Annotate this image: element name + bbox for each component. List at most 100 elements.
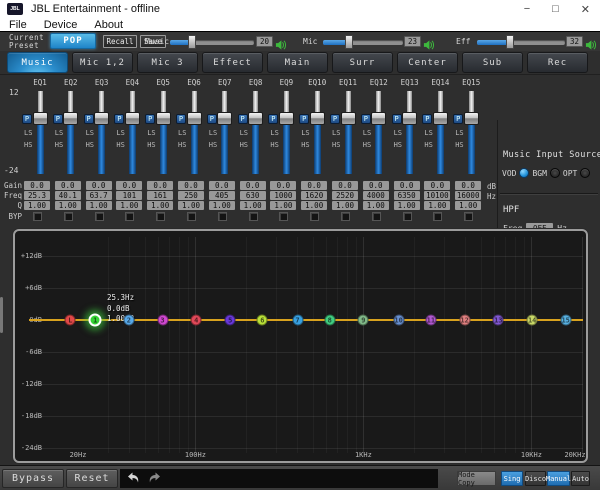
q-value-eq6[interactable]: 1.00 [178,201,204,210]
menu-about[interactable]: About [94,19,123,31]
high-shelf-button[interactable]: HS [209,141,217,149]
tab-sub[interactable]: Sub [462,52,523,73]
fader-handle[interactable] [187,112,202,125]
low-shelf-button[interactable]: LS [55,129,63,137]
minimize-button[interactable]: − [524,3,530,15]
low-shelf-button[interactable]: LS [209,129,217,137]
tab-center[interactable]: Center [397,52,458,73]
fader-handle[interactable] [63,112,78,125]
q-value-eq5[interactable]: 1.00 [147,201,173,210]
byp-checkbox-eq2[interactable] [64,212,73,221]
eq-marker-10[interactable]: 10 [393,315,404,326]
freq-value-eq10[interactable]: 1620 [301,191,327,200]
low-shelf-button[interactable]: LS [147,129,155,137]
low-shelf-button[interactable]: LS [455,129,463,137]
peak-button[interactable]: P [145,114,155,124]
eq-marker-6[interactable]: 6 [257,315,268,326]
gain-value-eq12[interactable]: 0.0 [363,181,389,190]
mode-button-disco[interactable]: Disco [525,471,546,486]
high-shelf-button[interactable]: HS [178,141,186,149]
menu-file[interactable]: File [9,19,27,31]
byp-checkbox-eq7[interactable] [218,212,227,221]
tab-rec[interactable]: Rec [527,52,588,73]
eq-marker-5[interactable]: 5 [225,315,236,326]
reset-button[interactable]: Reset [66,469,118,488]
freq-value-eq4[interactable]: 101 [116,191,142,200]
high-shelf-button[interactable]: HS [301,141,309,149]
fader-handle[interactable] [310,112,325,125]
freq-value-eq2[interactable]: 40.1 [55,191,81,200]
q-value-eq14[interactable]: 1.00 [424,201,450,210]
gain-value-eq11[interactable]: 0.0 [332,181,358,190]
tab-mic-3[interactable]: Mic 3 [137,52,198,73]
q-value-eq1[interactable]: 1.00 [24,201,50,210]
q-value-eq11[interactable]: 1.00 [332,201,358,210]
mode-button-manual[interactable]: Manual [547,471,570,486]
eq-marker-11[interactable]: 11 [425,315,436,326]
q-value-eq3[interactable]: 1.00 [86,201,112,210]
music-volume-handle[interactable] [188,35,196,49]
gain-value-eq13[interactable]: 0.0 [394,181,420,190]
tab-effect[interactable]: Effect [202,52,263,73]
low-shelf-button[interactable]: LS [86,129,94,137]
eq-marker-12[interactable]: 12 [459,315,470,326]
eq-marker-4[interactable]: 4 [191,315,202,326]
low-shelf-button[interactable]: LS [363,129,371,137]
byp-checkbox-eq8[interactable] [249,212,258,221]
gain-value-eq10[interactable]: 0.0 [301,181,327,190]
tab-main[interactable]: Main [267,52,328,73]
gain-value-eq6[interactable]: 0.0 [178,181,204,190]
undo-icon[interactable] [126,472,141,485]
freq-value-eq8[interactable]: 630 [240,191,266,200]
fader-handle[interactable] [125,112,140,125]
bypass-button[interactable]: Bypass [2,469,64,488]
low-shelf-button[interactable]: LS [301,129,309,137]
freq-value-eq11[interactable]: 2520 [332,191,358,200]
fader-handle[interactable] [217,112,232,125]
byp-checkbox-eq3[interactable] [95,212,104,221]
fader-handle[interactable] [33,112,48,125]
high-shelf-button[interactable]: HS [455,141,463,149]
preset-value-button[interactable]: POP [50,33,96,49]
eff-volume-handle[interactable] [506,35,514,49]
byp-checkbox-eq15[interactable] [464,212,473,221]
eq-marker-3[interactable]: 3 [157,315,168,326]
tab-music[interactable]: Music [7,52,68,73]
high-shelf-button[interactable]: HS [394,141,402,149]
freq-value-eq3[interactable]: 63.7 [86,191,112,200]
peak-button[interactable]: P [422,114,432,124]
q-value-eq15[interactable]: 1.00 [455,201,481,210]
gain-value-eq7[interactable]: 0.0 [209,181,235,190]
low-shelf-button[interactable]: LS [424,129,432,137]
recall-button[interactable]: Recall [103,35,137,48]
byp-checkbox-eq6[interactable] [187,212,196,221]
eq-marker-15[interactable]: 15 [560,315,571,326]
peak-button[interactable]: P [392,114,402,124]
q-value-eq7[interactable]: 1.00 [209,201,235,210]
peak-button[interactable]: P [361,114,371,124]
gain-value-eq8[interactable]: 0.0 [240,181,266,190]
byp-checkbox-eq1[interactable] [33,212,42,221]
peak-button[interactable]: P [207,114,217,124]
eq-marker-1[interactable]: 1 [89,314,102,327]
high-shelf-button[interactable]: HS [332,141,340,149]
peak-button[interactable]: P [453,114,463,124]
eq-marker-13[interactable]: 13 [493,315,504,326]
high-shelf-button[interactable]: HS [55,141,63,149]
fader-handle[interactable] [94,112,109,125]
gain-value-eq14[interactable]: 0.0 [424,181,450,190]
tab-surr[interactable]: Surr [332,52,393,73]
source-radio-vod[interactable] [519,168,529,178]
byp-checkbox-eq9[interactable] [279,212,288,221]
peak-button[interactable]: P [238,114,248,124]
low-shelf-button[interactable]: LS [270,129,278,137]
mic-volume-slider[interactable] [323,40,403,45]
peak-button[interactable]: P [299,114,309,124]
fader-handle[interactable] [341,112,356,125]
eq-marker-14[interactable]: 14 [527,315,538,326]
fader-handle[interactable] [371,112,386,125]
low-shelf-button[interactable]: LS [178,129,186,137]
source-radio-opt[interactable] [580,168,590,178]
mode-button-auto[interactable]: Auto [571,471,590,486]
freq-value-eq6[interactable]: 250 [178,191,204,200]
